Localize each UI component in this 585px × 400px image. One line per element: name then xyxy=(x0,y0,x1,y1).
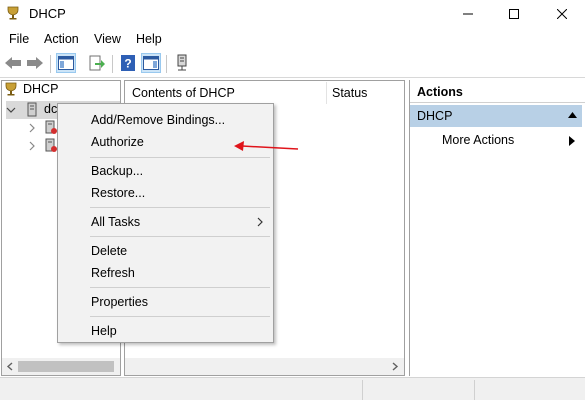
menu-item-label: Properties xyxy=(91,295,148,309)
menu-item-delete[interactable]: Delete xyxy=(58,241,273,261)
scroll-left-icon[interactable] xyxy=(6,362,14,371)
column-divider[interactable] xyxy=(326,82,327,104)
dhcp-root-icon xyxy=(5,82,17,96)
status-divider xyxy=(362,380,363,400)
maximize-icon xyxy=(509,8,519,19)
collapse-up-icon[interactable] xyxy=(568,112,577,118)
menu-action[interactable]: Action xyxy=(44,32,79,46)
close-button[interactable] xyxy=(539,0,585,27)
menu-view[interactable]: View xyxy=(94,32,121,46)
actions-pane-title: Actions xyxy=(410,81,585,103)
menu-item-restore[interactable]: Restore... xyxy=(58,183,273,203)
menu-file[interactable]: File xyxy=(9,32,29,46)
tree-server-label: dc xyxy=(44,102,58,116)
annotation-arrow-icon xyxy=(234,141,299,151)
ipv4-node-icon xyxy=(45,120,57,134)
menu-separator xyxy=(90,207,270,208)
menu-item-label: Backup... xyxy=(91,164,144,178)
show-hide-tree-button[interactable] xyxy=(56,53,76,73)
help-icon: ? xyxy=(121,55,135,71)
tree-scroll-thumb[interactable] xyxy=(18,361,114,372)
dhcp-app-icon xyxy=(7,6,19,20)
menu-help[interactable]: Help xyxy=(136,32,162,46)
tree-root-dhcp[interactable]: DHCP xyxy=(4,82,58,96)
forward-arrow-icon xyxy=(27,57,43,69)
scroll-right-icon[interactable] xyxy=(391,362,399,371)
menu-item-properties[interactable]: Properties xyxy=(58,292,273,312)
menu-separator xyxy=(90,157,270,158)
menu-item-label: Restore... xyxy=(91,186,146,200)
column-header-status[interactable]: Status xyxy=(332,86,367,100)
submenu-arrow-icon xyxy=(569,136,575,146)
back-arrow-icon xyxy=(5,57,21,69)
server-plug-button[interactable] xyxy=(172,53,192,73)
toolbar: ? xyxy=(0,50,585,78)
forward-button[interactable] xyxy=(25,53,45,73)
show-hide-console-tree-icon xyxy=(58,56,74,70)
chevron-right-icon[interactable] xyxy=(27,123,37,133)
toolbar-separator xyxy=(112,55,113,73)
status-divider xyxy=(474,380,475,400)
list-horizontal-scrollbar[interactable] xyxy=(125,358,404,375)
server-plug-icon xyxy=(177,54,187,71)
menu-item-label: Help xyxy=(91,324,117,338)
menu-item-backup[interactable]: Backup... xyxy=(58,161,273,181)
menu-bar: File Action View Help xyxy=(0,29,585,49)
export-list-icon xyxy=(89,55,105,71)
back-button[interactable] xyxy=(3,53,23,73)
submenu-chevron-icon xyxy=(257,217,263,227)
maximize-button[interactable] xyxy=(491,0,537,27)
minimize-icon xyxy=(463,13,473,14)
menu-separator xyxy=(90,236,270,237)
menu-item-refresh[interactable]: Refresh xyxy=(58,263,273,283)
menu-item-all-tasks[interactable]: All Tasks xyxy=(58,212,273,232)
toolbar-separator xyxy=(166,55,167,73)
status-bar xyxy=(0,377,585,400)
menu-item-label: Authorize xyxy=(91,135,144,149)
show-hide-action-pane-button[interactable] xyxy=(141,53,161,73)
minimize-button[interactable] xyxy=(445,0,491,27)
toolbar-separator xyxy=(50,55,51,73)
column-header-contents[interactable]: Contents of DHCP xyxy=(132,86,235,100)
menu-item-add-remove-bindings[interactable]: Add/Remove Bindings... xyxy=(58,110,273,130)
menu-separator xyxy=(90,316,270,317)
menu-item-label: Refresh xyxy=(91,266,135,280)
menu-separator xyxy=(90,287,270,288)
tree-root-label: DHCP xyxy=(23,82,59,96)
ipv6-node-icon xyxy=(45,138,57,152)
svg-text:?: ? xyxy=(124,57,131,71)
server-icon xyxy=(27,102,37,117)
menu-item-help[interactable]: Help xyxy=(58,321,273,341)
menu-item-label: Delete xyxy=(91,244,128,258)
help-button[interactable]: ? xyxy=(118,53,138,73)
chevron-right-icon[interactable] xyxy=(27,141,37,151)
menu-item-label: All Tasks xyxy=(91,215,141,229)
show-hide-action-pane-icon xyxy=(143,56,159,70)
actions-section-dhcp[interactable]: DHCP xyxy=(410,105,582,127)
close-icon xyxy=(557,8,567,19)
export-list-button[interactable] xyxy=(87,53,107,73)
chevron-down-icon[interactable] xyxy=(6,105,16,115)
actions-section-label: DHCP xyxy=(417,109,453,123)
window-title: DHCP xyxy=(29,6,66,21)
menu-item-label: Add/Remove Bindings... xyxy=(91,113,226,127)
more-actions-link[interactable]: More Actions xyxy=(442,133,514,147)
